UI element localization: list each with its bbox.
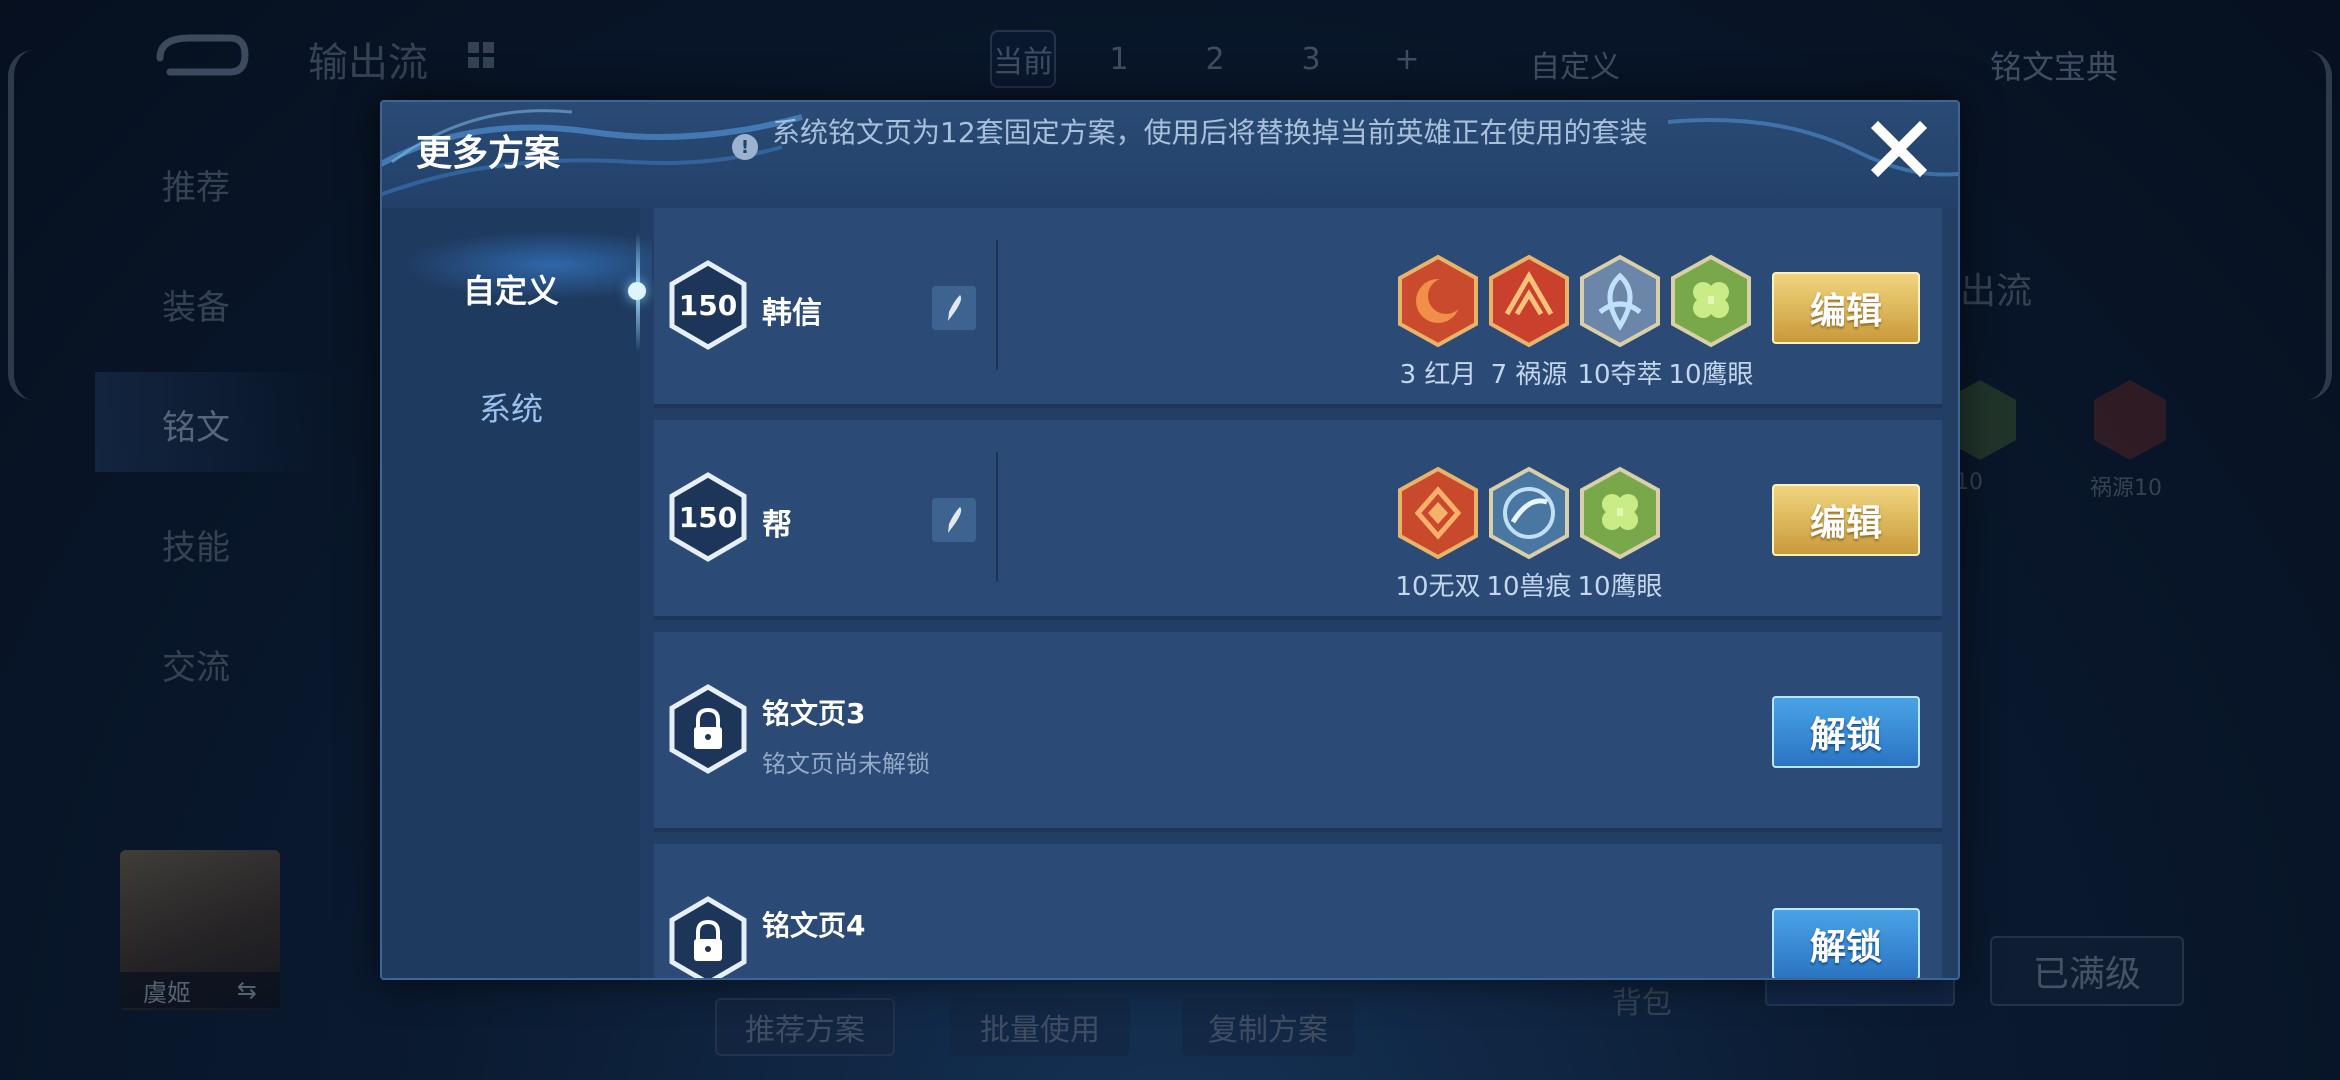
close-icon[interactable] bbox=[1868, 118, 1930, 180]
rune-page-name: 铭文页3 bbox=[762, 697, 866, 730]
rune-page-name: 帮 bbox=[762, 508, 792, 543]
rune-icon-hawk-eye bbox=[1580, 466, 1660, 560]
pen-icon bbox=[948, 507, 962, 533]
tab-system[interactable]: 系统 bbox=[382, 372, 640, 442]
rune-page-card: 150 帮 10无双 10兽痕 10鹰眼 编辑 bbox=[654, 420, 1942, 620]
rename-button[interactable] bbox=[932, 498, 976, 542]
divider bbox=[996, 452, 998, 582]
rune-icon-beast-mark bbox=[1489, 466, 1569, 560]
rune-label: 10鹰眼 bbox=[1577, 572, 1663, 602]
lock-icon bbox=[669, 896, 747, 978]
rune-icon-hawk-eye bbox=[1671, 254, 1751, 348]
rename-button[interactable] bbox=[932, 286, 976, 330]
locked-rune-page-card: 铭文页4 解锁 bbox=[654, 844, 1942, 978]
rune-label: 10鹰眼 bbox=[1668, 360, 1754, 390]
level-badge: 150 bbox=[669, 260, 747, 350]
rune-page-name: 铭文页4 bbox=[762, 909, 866, 942]
tab-custom[interactable]: 自定义 bbox=[382, 254, 640, 324]
more-plans-modal: 更多方案 ! 系统铭文页为12套固定方案，使用后将替换掉当前英雄正在使用的套装 … bbox=[380, 100, 1960, 980]
locked-rune-page-card: 铭文页3 铭文页尚未解锁 解锁 bbox=[654, 632, 1942, 832]
info-text: 系统铭文页为12套固定方案，使用后将替换掉当前英雄正在使用的套装 bbox=[772, 116, 1648, 149]
level-text: 150 bbox=[679, 501, 737, 534]
unlock-button[interactable]: 解锁 bbox=[1772, 696, 1920, 768]
level-badge: 150 bbox=[669, 472, 747, 562]
unlock-button[interactable]: 解锁 bbox=[1772, 908, 1920, 978]
divider bbox=[996, 240, 998, 370]
locked-hint: 铭文页尚未解锁 bbox=[762, 750, 930, 778]
info-icon: ! bbox=[732, 134, 758, 160]
level-text: 150 bbox=[679, 289, 737, 322]
rune-icon-wushuang bbox=[1398, 466, 1478, 560]
rune-page-card: 150 韩信 3 红月 7 祸源 10夺萃 10鹰眼 编辑 bbox=[654, 208, 1942, 408]
modal-title: 更多方案 bbox=[416, 133, 561, 174]
edit-button[interactable]: 编辑 bbox=[1772, 272, 1920, 344]
rune-icon-disaster-source bbox=[1489, 254, 1569, 348]
rune-icon-duocui bbox=[1580, 254, 1660, 348]
pen-icon bbox=[948, 295, 962, 321]
rune-icon-red-moon bbox=[1398, 254, 1478, 348]
rune-page-name: 韩信 bbox=[762, 296, 822, 331]
lock-icon bbox=[669, 684, 747, 774]
edit-button[interactable]: 编辑 bbox=[1772, 484, 1920, 556]
